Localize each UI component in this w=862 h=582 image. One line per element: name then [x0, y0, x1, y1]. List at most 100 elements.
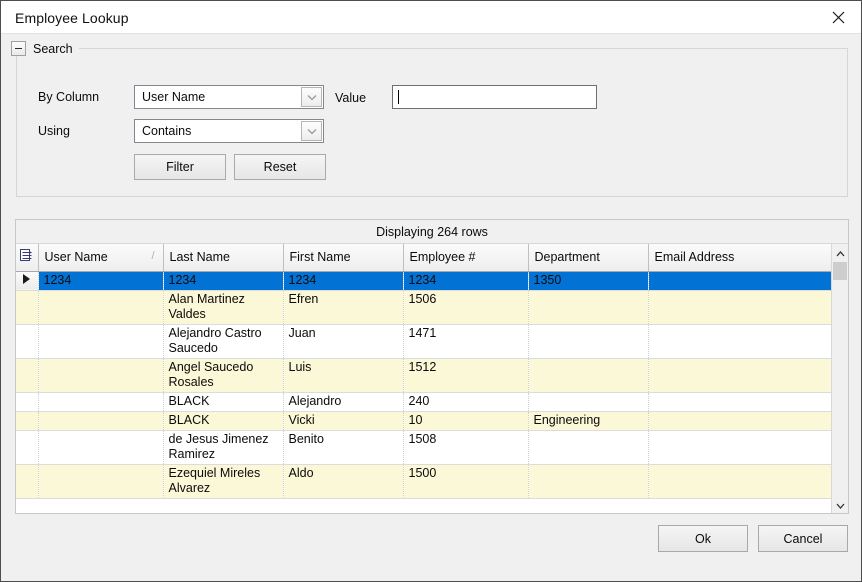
current-row-arrow-icon	[23, 273, 31, 284]
cell-employee-number[interactable]: 1234	[403, 271, 529, 291]
cell-user-name[interactable]	[38, 358, 164, 393]
cell-employee-number[interactable]: 1512	[403, 358, 529, 393]
cell-email-address[interactable]	[648, 392, 835, 412]
cell-employee-number[interactable]: 10	[403, 411, 529, 431]
chevron-down-icon[interactable]	[301, 87, 322, 107]
grid-vertical-scrollbar[interactable]	[831, 244, 848, 513]
sort-indicator-icon: /	[151, 250, 155, 262]
cell-employee-number[interactable]: 240	[403, 392, 529, 412]
cell-employee-number[interactable]: 1500	[403, 464, 529, 499]
cell-last-name[interactable]: Alan Martinez Valdes	[163, 290, 284, 325]
table-row[interactable]: Alejandro Castro Saucedo Juan 1471	[16, 324, 835, 359]
table-row[interactable]: Alan Martinez Valdes Efren 1506	[16, 290, 835, 325]
cancel-button[interactable]: Cancel	[758, 525, 848, 552]
cell-first-name[interactable]: Alejandro	[283, 392, 404, 412]
by-column-select-value: User Name	[142, 90, 206, 104]
table-row[interactable]: BLACK Alejandro 240	[16, 392, 835, 412]
cell-user-name[interactable]	[38, 464, 164, 499]
cell-email-address[interactable]	[648, 430, 835, 465]
scrollbar-thumb[interactable]	[833, 262, 847, 280]
cell-first-name[interactable]: Efren	[283, 290, 404, 325]
row-header-cell[interactable]	[16, 392, 39, 412]
column-header-department[interactable]: Department	[528, 244, 649, 272]
cell-last-name[interactable]: BLACK	[163, 411, 284, 431]
cell-department[interactable]	[528, 430, 649, 465]
cell-employee-number[interactable]: 1508	[403, 430, 529, 465]
cell-user-name[interactable]	[38, 392, 164, 412]
column-header-label: Department	[534, 250, 600, 265]
cell-first-name[interactable]: Juan	[283, 324, 404, 359]
cell-department[interactable]: Engineering	[528, 411, 649, 431]
column-header-user-name[interactable]: User Name /	[38, 244, 164, 272]
select-all-icon[interactable]	[16, 244, 39, 272]
minus-icon[interactable]	[11, 41, 26, 56]
cell-last-name[interactable]: Ezequiel Mireles Alvarez	[163, 464, 284, 499]
cell-first-name[interactable]: Luis	[283, 358, 404, 393]
by-column-select[interactable]: User Name	[134, 85, 324, 109]
row-header-cell[interactable]	[16, 271, 39, 291]
table-row[interactable]: BLACK Vicki 10 Engineering	[16, 411, 835, 431]
cell-user-name[interactable]	[38, 290, 164, 325]
column-header-email-address[interactable]: Email Address	[648, 244, 835, 272]
scroll-up-button[interactable]	[832, 244, 848, 261]
reset-button[interactable]: Reset	[234, 154, 326, 180]
column-header-label: User Name	[44, 250, 108, 265]
cell-last-name[interactable]: de Jesus Jimenez Ramirez	[163, 430, 284, 465]
chevron-up-icon	[836, 246, 845, 260]
row-header-cell[interactable]	[16, 464, 39, 499]
cell-department[interactable]	[528, 358, 649, 393]
column-header-label: Employee #	[409, 250, 476, 265]
cell-first-name[interactable]: Benito	[283, 430, 404, 465]
column-header-first-name[interactable]: First Name	[283, 244, 404, 272]
text-caret	[398, 90, 399, 104]
cell-first-name[interactable]: Vicki	[283, 411, 404, 431]
cell-email-address[interactable]	[648, 464, 835, 499]
cell-last-name[interactable]: Alejandro Castro Saucedo	[163, 324, 284, 359]
cell-user-name[interactable]	[38, 430, 164, 465]
cell-employee-number[interactable]: 1471	[403, 324, 529, 359]
using-select[interactable]: Contains	[134, 119, 324, 143]
table-row[interactable]: Angel Saucedo Rosales Luis 1512	[16, 358, 835, 393]
cell-email-address[interactable]	[648, 411, 835, 431]
row-header-cell[interactable]	[16, 411, 39, 431]
chevron-down-icon[interactable]	[301, 121, 322, 141]
grid-header-row: User Name / Last Name First Name Employe…	[16, 244, 835, 272]
column-header-employee-number[interactable]: Employee #	[403, 244, 529, 272]
cell-user-name[interactable]: 1234	[38, 271, 164, 291]
row-header-cell[interactable]	[16, 324, 39, 359]
scrollbar-track[interactable]	[832, 261, 848, 496]
row-header-cell[interactable]	[16, 430, 39, 465]
ok-button[interactable]: Ok	[658, 525, 748, 552]
cell-email-address[interactable]	[648, 290, 835, 325]
cell-email-address[interactable]	[648, 271, 835, 291]
table-row[interactable]: de Jesus Jimenez Ramirez Benito 1508	[16, 430, 835, 465]
close-button[interactable]	[815, 1, 861, 33]
row-header-cell[interactable]	[16, 290, 39, 325]
cell-last-name[interactable]: Angel Saucedo Rosales	[163, 358, 284, 393]
cell-last-name[interactable]: 1234	[163, 271, 284, 291]
close-icon	[832, 11, 845, 24]
cell-department[interactable]	[528, 324, 649, 359]
grid-body: 1234 1234 1234 1234 1350 Alan Martinez Valdes…	[16, 271, 835, 499]
filter-button[interactable]: Filter	[134, 154, 226, 180]
cell-user-name[interactable]	[38, 324, 164, 359]
row-header-cell[interactable]	[16, 358, 39, 393]
scroll-down-button[interactable]	[832, 496, 848, 513]
cell-department[interactable]: 1350	[528, 271, 649, 291]
results-panel: Displaying 264 rows User Name / Last Nam…	[15, 219, 849, 514]
table-row[interactable]: Ezequiel Mireles Alvarez Aldo 1500	[16, 464, 835, 499]
cell-first-name[interactable]: Aldo	[283, 464, 404, 499]
cell-email-address[interactable]	[648, 324, 835, 359]
cell-first-name[interactable]: 1234	[283, 271, 404, 291]
cell-last-name[interactable]: BLACK	[163, 392, 284, 412]
cell-department[interactable]	[528, 290, 649, 325]
cell-employee-number[interactable]: 1506	[403, 290, 529, 325]
column-header-last-name[interactable]: Last Name	[163, 244, 284, 272]
cell-user-name[interactable]	[38, 411, 164, 431]
table-row[interactable]: 1234 1234 1234 1234 1350	[16, 271, 835, 291]
by-column-label: By Column	[38, 90, 100, 104]
cell-department[interactable]	[528, 392, 649, 412]
value-input[interactable]	[392, 85, 597, 109]
cell-department[interactable]	[528, 464, 649, 499]
cell-email-address[interactable]	[648, 358, 835, 393]
